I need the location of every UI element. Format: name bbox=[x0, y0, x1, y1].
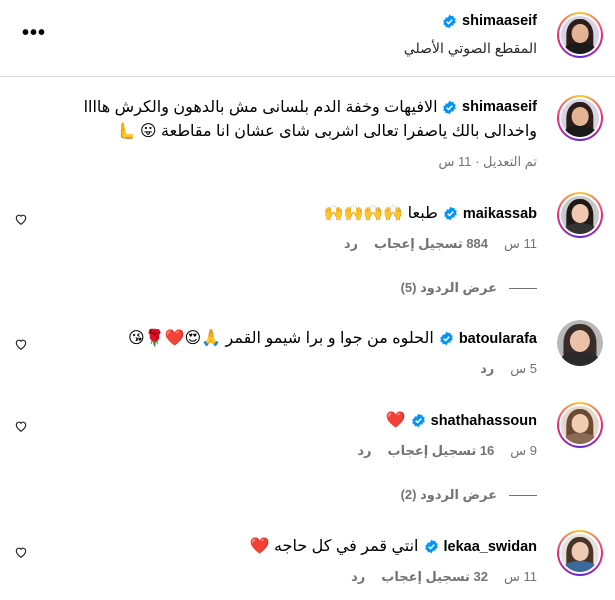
comment-text: ❤️ bbox=[385, 412, 406, 429]
comment-time: 11 س bbox=[504, 236, 537, 251]
reply-button[interactable]: رد bbox=[357, 443, 371, 459]
comment-meta: 11 س 884 تسجيل إعجاب رد bbox=[344, 236, 537, 252]
caption-avatar[interactable] bbox=[557, 95, 603, 141]
post-username[interactable]: shimaaseif bbox=[462, 13, 537, 29]
comment-avatar[interactable] bbox=[557, 402, 603, 448]
comment-header: ❤️ shathahassoun bbox=[386, 410, 537, 431]
post-header: ••• shimaaseif المقطع الصوتي الأصلي bbox=[0, 0, 615, 77]
caption-username[interactable]: shimaaseif bbox=[462, 97, 537, 118]
reply-button[interactable]: رد bbox=[480, 361, 494, 377]
comment-header: انتي قمر في كل حاجه ❤️ lekaa_swidan bbox=[250, 536, 537, 557]
caption-text: shimaaseif الافيهات وخفة الدم بلسانى مش … bbox=[37, 97, 537, 118]
verified-badge-icon bbox=[424, 539, 438, 554]
comment-time: 11 س bbox=[504, 569, 537, 584]
view-replies-button[interactable]: عرض الردود (5) bbox=[401, 280, 537, 296]
like-heart-icon[interactable] bbox=[14, 545, 28, 559]
like-heart-icon[interactable] bbox=[14, 212, 28, 226]
comment-avatar[interactable] bbox=[557, 320, 603, 366]
avatar[interactable] bbox=[557, 12, 603, 58]
comment-username[interactable]: maikassab bbox=[463, 206, 537, 222]
comment-time: 9 س bbox=[510, 443, 537, 458]
comment-text: الحلوه من جوا و برا شيمو القمر 🙏😍❤️🌹😘 bbox=[127, 330, 434, 347]
caption-line-2: واخدالى بالك ياصفرا تعالى اشربى شاى عشان… bbox=[115, 123, 537, 140]
like-heart-icon[interactable] bbox=[14, 337, 28, 351]
comment-username[interactable]: batoularafa bbox=[459, 331, 537, 347]
post-username-row: shimaaseif bbox=[442, 13, 537, 29]
comment-avatar[interactable] bbox=[557, 530, 603, 576]
comment-username[interactable]: shathahassoun bbox=[431, 413, 537, 429]
verified-badge-icon bbox=[444, 206, 457, 221]
comment-header: الحلوه من جوا و برا شيمو القمر 🙏😍❤️🌹😘 ba… bbox=[128, 328, 537, 349]
like-count[interactable]: 884 تسجيل إعجاب bbox=[374, 236, 488, 252]
view-replies-label[interactable]: عرض الردود (2) bbox=[401, 487, 497, 503]
replies-divider bbox=[509, 287, 537, 289]
comment-avatar[interactable] bbox=[557, 192, 603, 238]
more-options-button[interactable]: ••• bbox=[22, 22, 46, 45]
caption-meta: تم التعديل · 11 س bbox=[438, 154, 537, 169]
comment-text: انتي قمر في كل حاجه ❤️ bbox=[249, 538, 419, 555]
comment-header: طبعا 🙌🙌🙌🙌 maikassab bbox=[324, 203, 537, 224]
reply-button[interactable]: رد bbox=[351, 569, 365, 585]
view-replies-label[interactable]: عرض الردود (5) bbox=[401, 280, 497, 296]
view-replies-button[interactable]: عرض الردود (2) bbox=[401, 487, 537, 503]
verified-badge-icon bbox=[440, 331, 453, 346]
like-count[interactable]: 32 تسجيل إعجاب bbox=[381, 569, 488, 585]
caption-line-1: الافيهات وخفة الدم بلسانى مش بالدهون وال… bbox=[83, 99, 438, 116]
reply-button[interactable]: رد bbox=[344, 236, 358, 252]
verified-badge-icon bbox=[443, 100, 456, 115]
comment-text: طبعا 🙌🙌🙌🙌 bbox=[323, 205, 438, 222]
verified-badge-icon bbox=[411, 413, 425, 428]
comment-meta: 5 س رد bbox=[480, 361, 537, 377]
like-heart-icon[interactable] bbox=[14, 419, 28, 433]
audio-label[interactable]: المقطع الصوتي الأصلي bbox=[404, 38, 537, 59]
like-count[interactable]: 16 تسجيل إعجاب bbox=[388, 443, 495, 459]
comment-time: 5 س bbox=[510, 361, 537, 376]
replies-divider bbox=[509, 494, 537, 496]
comment-meta: 11 س 32 تسجيل إعجاب رد bbox=[351, 569, 537, 585]
comment-meta: 9 س 16 تسجيل إعجاب رد bbox=[357, 443, 537, 459]
verified-badge-icon bbox=[443, 14, 456, 28]
comment-username[interactable]: lekaa_swidan bbox=[444, 539, 538, 555]
